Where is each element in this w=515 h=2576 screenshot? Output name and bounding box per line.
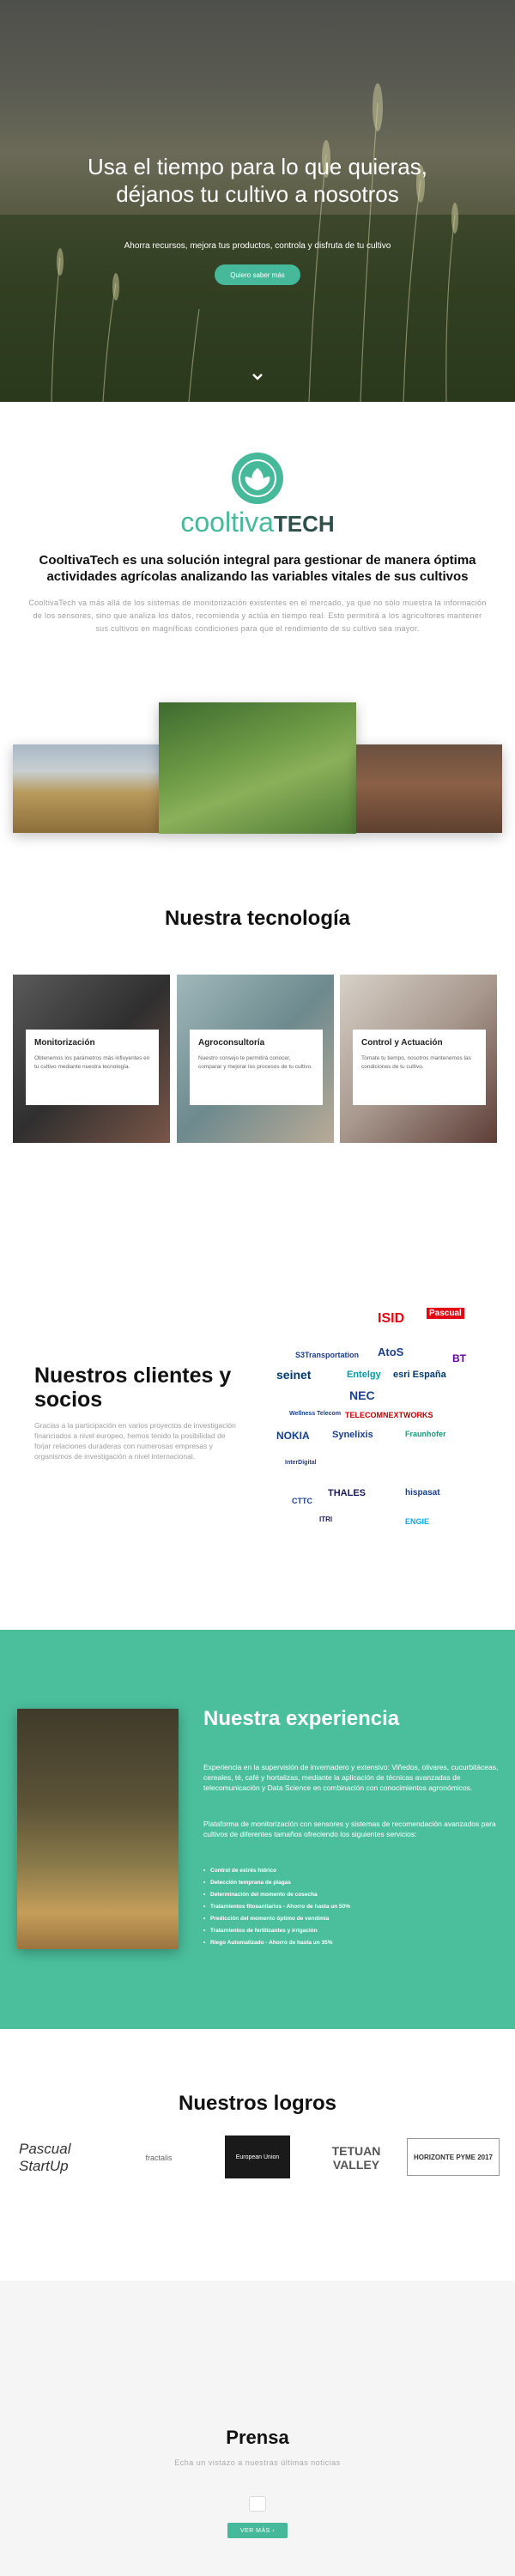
hero-title: Usa el tiempo para lo que quieras, déjan… bbox=[87, 154, 427, 207]
list-item: Tratamientos fitosanitarios - Ahorro de … bbox=[203, 1901, 495, 1913]
achievements-title: Nuestros logros bbox=[178, 2092, 337, 2115]
wheat-photo bbox=[17, 1709, 179, 1949]
partner-logo: Fraunhofer bbox=[405, 1430, 446, 1438]
partner-logo: InterDigital bbox=[285, 1460, 317, 1466]
press-title: Prensa bbox=[226, 2427, 289, 2448]
brand-logo: cooltivaTECH bbox=[180, 507, 335, 538]
tech-card-control[interactable]: Control y Actuación Tomate tu tiempo, no… bbox=[340, 975, 497, 1143]
partner-logo: CTTC bbox=[292, 1497, 312, 1505]
press-subtitle: Echa un vistazo a nuestras últimas notic… bbox=[174, 2458, 341, 2467]
about-title: CooltivaTech es una solución integral pa… bbox=[39, 553, 476, 584]
partner-logos-grid: ISID Pascual S3Transportation AtoS seine… bbox=[276, 1301, 474, 1550]
partner-logo: ENGIE bbox=[405, 1517, 430, 1526]
list-item: Riego Automatizado - Ahorro de hasta un … bbox=[203, 1937, 495, 1949]
list-item: Tratamientos de fertilizantes y irrigaci… bbox=[203, 1925, 495, 1937]
partner-logo: BT bbox=[452, 1352, 466, 1364]
partner-logo: NEC bbox=[349, 1388, 375, 1402]
list-item: Detección temprana de plagas bbox=[203, 1877, 495, 1889]
list-item: Predicción del momento óptimo de vendimi… bbox=[203, 1913, 495, 1925]
achievement-logo: fractalis bbox=[145, 2153, 173, 2162]
about-body: CooltivaTech va más allá de los sistemas… bbox=[28, 598, 487, 633]
tractor-photo bbox=[356, 744, 502, 833]
partner-logo: ITRI bbox=[319, 1516, 333, 1523]
partner-logo: AtoS bbox=[378, 1346, 404, 1358]
list-item: Control de estrés hídrico bbox=[203, 1865, 495, 1877]
tech-card-text: Nuestro consejo te permitirá conocer, co… bbox=[198, 1055, 312, 1070]
partner-logo: seinet bbox=[276, 1368, 312, 1382]
tech-card-text: Obtenemos los parámetros más influyentes… bbox=[34, 1055, 150, 1070]
chevron-down-icon[interactable] bbox=[250, 369, 265, 385]
eu-flag-logo: European Union bbox=[225, 2136, 290, 2178]
services-list: Control de estrés hídrico Detección temp… bbox=[203, 1865, 495, 1949]
see-more-button[interactable]: VER MÁS › bbox=[227, 2523, 288, 2538]
hero-section: Usa el tiempo para lo que quieras, déjan… bbox=[0, 0, 515, 402]
tech-card-title: Monitorización bbox=[34, 1038, 95, 1048]
partner-logo: S3Transportation bbox=[295, 1351, 360, 1359]
clients-title: Nuestros clientes y socios bbox=[34, 1364, 232, 1412]
field-photo bbox=[159, 702, 356, 834]
partner-logo: Wellness Telecom bbox=[289, 1411, 342, 1417]
partner-logo: ISID bbox=[378, 1311, 405, 1326]
technology-title: Nuestra tecnología bbox=[164, 907, 351, 930]
tech-card-monitoring[interactable]: Monitorización Obtenemos los parámetros … bbox=[13, 975, 170, 1143]
harvester-photo bbox=[13, 744, 159, 833]
achievement-logo: Pascual StartUp bbox=[19, 2140, 71, 2174]
list-item: Determinación del momento de cosecha bbox=[203, 1889, 495, 1901]
partner-logo: THALES bbox=[328, 1488, 366, 1498]
partner-logo: TELECOMNEXTWORKS bbox=[345, 1411, 433, 1419]
partner-logo: Synelixis bbox=[332, 1430, 373, 1440]
partner-logo: NOKIA bbox=[276, 1430, 310, 1442]
experience-paragraph: Plataforma de monitorización con sensore… bbox=[203, 1820, 496, 1838]
partner-logo: esri España bbox=[393, 1370, 446, 1380]
achievement-logo: HORIZONTE PYME 2017 bbox=[407, 2138, 500, 2176]
tech-card-consulting[interactable]: Agroconsultoría Nuestro consejo te permi… bbox=[177, 975, 334, 1143]
partner-logo: Pascual bbox=[427, 1308, 464, 1319]
hero-cta-button[interactable]: Quiero saber más bbox=[215, 264, 300, 285]
leaf-logo-icon bbox=[232, 453, 283, 504]
news-placeholder-icon bbox=[249, 2496, 266, 2512]
experience-paragraph: Experiencia en la supervisión de inverna… bbox=[203, 1763, 499, 1792]
tech-card-text: Tomate tu tiempo, nosotros mantenemos la… bbox=[361, 1055, 471, 1070]
achievement-logo: TETUAN VALLEY bbox=[331, 2143, 381, 2172]
experience-title: Nuestra experiencia bbox=[203, 1707, 400, 1730]
clients-body: Gracias a la participación en varios pro… bbox=[34, 1421, 236, 1461]
tech-card-title: Control y Actuación bbox=[361, 1038, 443, 1048]
partner-logo: hispasat bbox=[405, 1488, 440, 1498]
partner-logo: Entelgy bbox=[347, 1370, 381, 1380]
page: Usa el tiempo para lo que quieras, déjan… bbox=[0, 0, 515, 2576]
hero-subtitle: Ahorra recursos, mejora tus productos, c… bbox=[124, 241, 391, 251]
tech-card-title: Agroconsultoría bbox=[198, 1038, 265, 1048]
